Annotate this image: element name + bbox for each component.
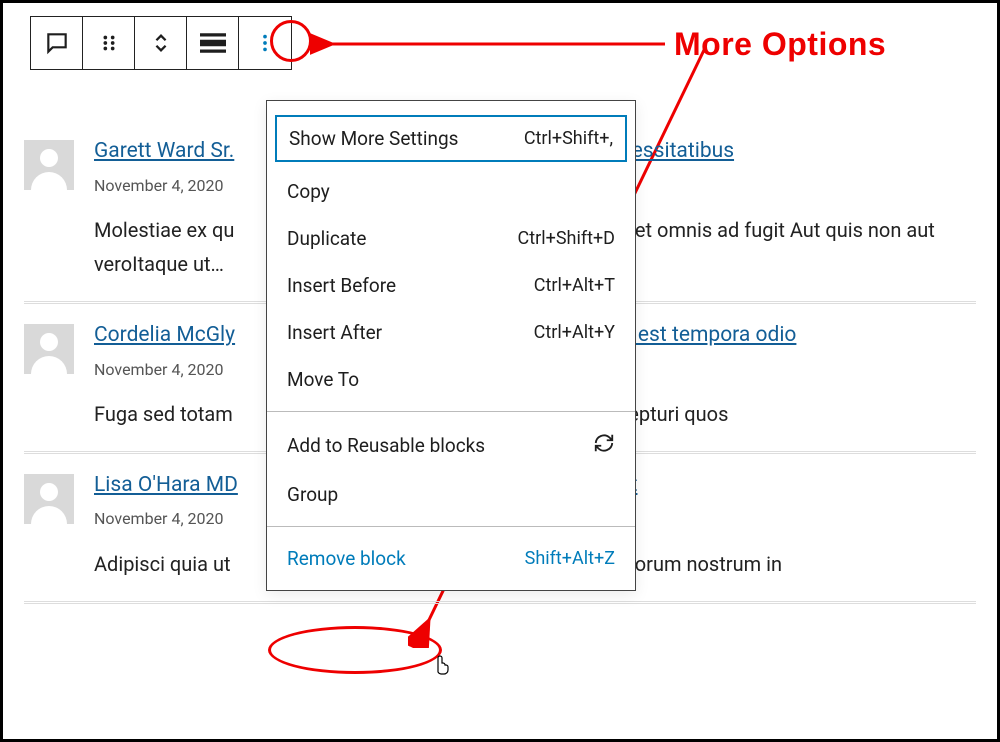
menu-item-shortcut: Ctrl+Alt+T (534, 275, 615, 296)
reuse-icon (593, 432, 615, 459)
comment-post-link[interactable]: us est tempora odio (610, 323, 796, 347)
menu-item-label: Insert After (287, 321, 382, 344)
menu-item-label: Duplicate (287, 227, 366, 250)
menu-item-shortcut: Shift+Alt+Z (525, 548, 615, 569)
menu-duplicate[interactable]: Duplicate Ctrl+Shift+D (267, 215, 635, 262)
menu-item-label: Insert Before (287, 274, 396, 297)
block-type-button[interactable] (31, 17, 83, 69)
menu-group[interactable]: Group (267, 471, 635, 518)
comment-author-link[interactable]: Lisa O'Hara MD (94, 473, 238, 497)
align-button[interactable] (187, 17, 239, 69)
avatar (24, 140, 74, 190)
menu-insert-before[interactable]: Insert Before Ctrl+Alt+T (267, 262, 635, 309)
menu-item-shortcut: Ctrl+Alt+Y (534, 322, 615, 343)
menu-add-reusable[interactable]: Add to Reusable blocks (267, 420, 635, 471)
block-toolbar (30, 16, 292, 70)
menu-item-label: Remove block (287, 547, 406, 570)
menu-item-label: Copy (287, 180, 330, 203)
menu-insert-after[interactable]: Insert After Ctrl+Alt+Y (267, 309, 635, 356)
menu-show-more-settings[interactable]: Show More Settings Ctrl+Shift+, (275, 115, 627, 162)
more-options-button[interactable] (239, 17, 291, 69)
move-up-down-button[interactable] (135, 17, 187, 69)
menu-item-label: Show More Settings (289, 127, 458, 150)
align-wide-icon (200, 33, 226, 53)
drag-icon (98, 32, 120, 54)
chevrons-vertical-icon (150, 32, 172, 54)
comment-author-link[interactable]: Garett Ward Sr. (94, 139, 234, 163)
menu-item-label: Add to Reusable blocks (287, 434, 485, 457)
comment-author-link[interactable]: Cordelia McGly (94, 323, 235, 347)
avatar (24, 474, 74, 524)
more-vertical-icon (254, 32, 276, 54)
drag-handle-button[interactable] (83, 17, 135, 69)
menu-item-shortcut: Ctrl+Shift+, (524, 128, 613, 149)
menu-remove-block[interactable]: Remove block Shift+Alt+Z (267, 535, 635, 582)
menu-move-to[interactable]: Move To (267, 356, 635, 403)
menu-copy[interactable]: Copy (267, 168, 635, 215)
comment-icon (44, 30, 70, 56)
menu-item-label: Move To (287, 368, 359, 391)
avatar (24, 324, 74, 374)
menu-item-label: Group (287, 483, 338, 506)
menu-item-shortcut: Ctrl+Shift+D (518, 228, 615, 249)
block-options-menu: Show More Settings Ctrl+Shift+, Copy Dup… (266, 100, 636, 591)
